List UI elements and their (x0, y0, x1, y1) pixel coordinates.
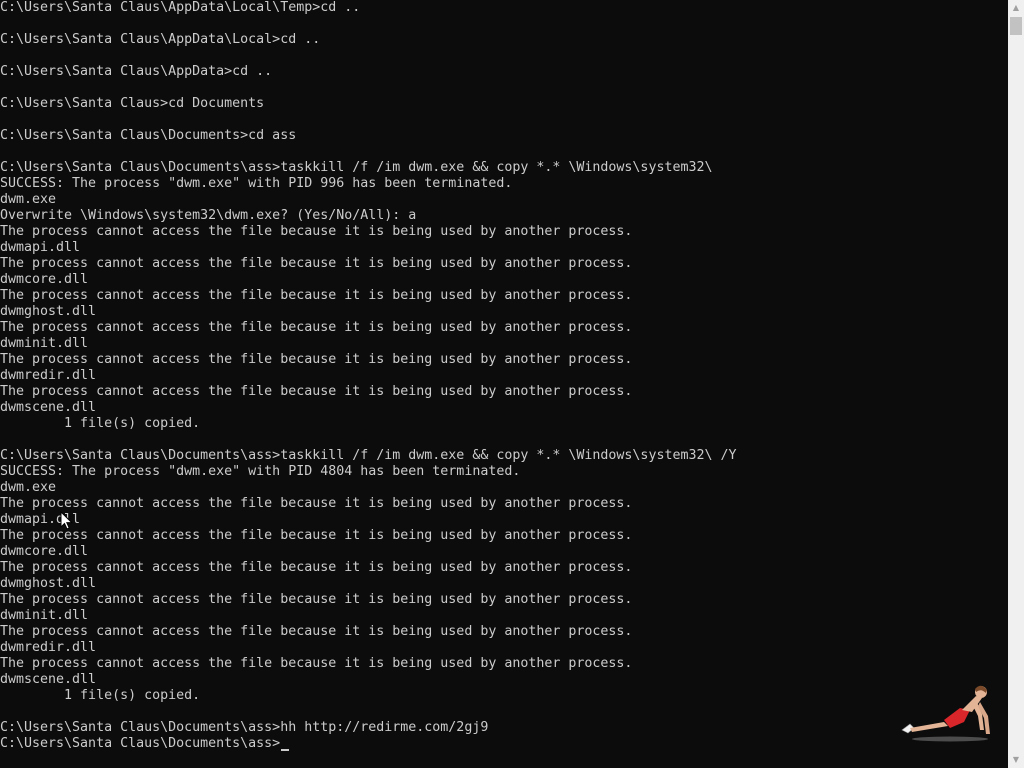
console-line: SUCCESS: The process "dwm.exe" with PID … (0, 176, 513, 191)
console-line: dwmscene.dll (0, 672, 97, 687)
console-output: C:\Users\Santa Claus\AppData\Local\Temp>… (0, 0, 737, 752)
scroll-down-arrow-icon[interactable]: ▼ (1008, 752, 1024, 768)
console-line: dwmredir.dll (0, 640, 97, 655)
console-line: C:\Users\Santa Claus\Documents\ass>taskk… (0, 160, 713, 175)
console-line: The process cannot access the file becau… (0, 624, 633, 639)
console-line: The process cannot access the file becau… (0, 656, 633, 671)
console-line: C:\Users\Santa Claus\Documents\ass>hh ht… (0, 720, 489, 735)
console-line: The process cannot access the file becau… (0, 592, 633, 607)
console-line: The process cannot access the file becau… (0, 528, 633, 543)
scroll-up-arrow-icon[interactable]: ▲ (1008, 0, 1024, 16)
console-line: dwmapi.dll (0, 512, 81, 527)
text-cursor (281, 749, 290, 751)
console-line: C:\Users\Santa Claus\Documents>cd ass (0, 128, 297, 143)
console-line: dwmghost.dll (0, 576, 97, 591)
console-line: dwmcore.dll (0, 544, 89, 559)
scroll-thumb[interactable] (1010, 17, 1022, 35)
console-line: C:\Users\Santa Claus>cd Documents (0, 96, 265, 111)
console-line: The process cannot access the file becau… (0, 288, 633, 303)
desktop-pet-figure (901, 685, 990, 742)
console-line: SUCCESS: The process "dwm.exe" with PID … (0, 464, 521, 479)
console-line: dwmscene.dll (0, 400, 97, 415)
console-line: dwminit.dll (0, 608, 89, 623)
console-line: dwmapi.dll (0, 240, 81, 255)
console-line: 1 file(s) copied. (0, 416, 201, 431)
console-line: The process cannot access the file becau… (0, 496, 633, 511)
console-line: The process cannot access the file becau… (0, 320, 633, 335)
console-line: dwmcore.dll (0, 272, 89, 287)
console-line: C:\Users\Santa Claus\AppData\Local>cd .. (0, 32, 321, 47)
console-prompt-line[interactable]: C:\Users\Santa Claus\Documents\ass> (0, 736, 737, 752)
console-line: dwmghost.dll (0, 304, 97, 319)
console-line: dwminit.dll (0, 336, 89, 351)
console-line: dwmredir.dll (0, 368, 97, 383)
console-line: 1 file(s) copied. (0, 688, 201, 703)
console-line: The process cannot access the file becau… (0, 352, 633, 367)
vertical-scrollbar[interactable]: ▲ ▼ (1008, 0, 1024, 768)
console-line: The process cannot access the file becau… (0, 560, 633, 575)
console-prompt: C:\Users\Santa Claus\Documents\ass> (0, 736, 281, 751)
console-line: C:\Users\Santa Claus\AppData>cd .. (0, 64, 273, 79)
mouse-pointer-icon (60, 511, 74, 530)
console-line: The process cannot access the file becau… (0, 256, 633, 271)
console-line: C:\Users\Santa Claus\Documents\ass>taskk… (0, 448, 737, 463)
console-line: The process cannot access the file becau… (0, 224, 633, 239)
console-line: dwm.exe (0, 192, 57, 207)
console-line: Overwrite \Windows\system32\dwm.exe? (Ye… (0, 208, 417, 223)
console-window[interactable]: C:\Users\Santa Claus\AppData\Local\Temp>… (0, 0, 1008, 768)
console-line: dwm.exe (0, 480, 57, 495)
console-line: C:\Users\Santa Claus\AppData\Local\Temp>… (0, 0, 361, 15)
console-line: The process cannot access the file becau… (0, 384, 633, 399)
